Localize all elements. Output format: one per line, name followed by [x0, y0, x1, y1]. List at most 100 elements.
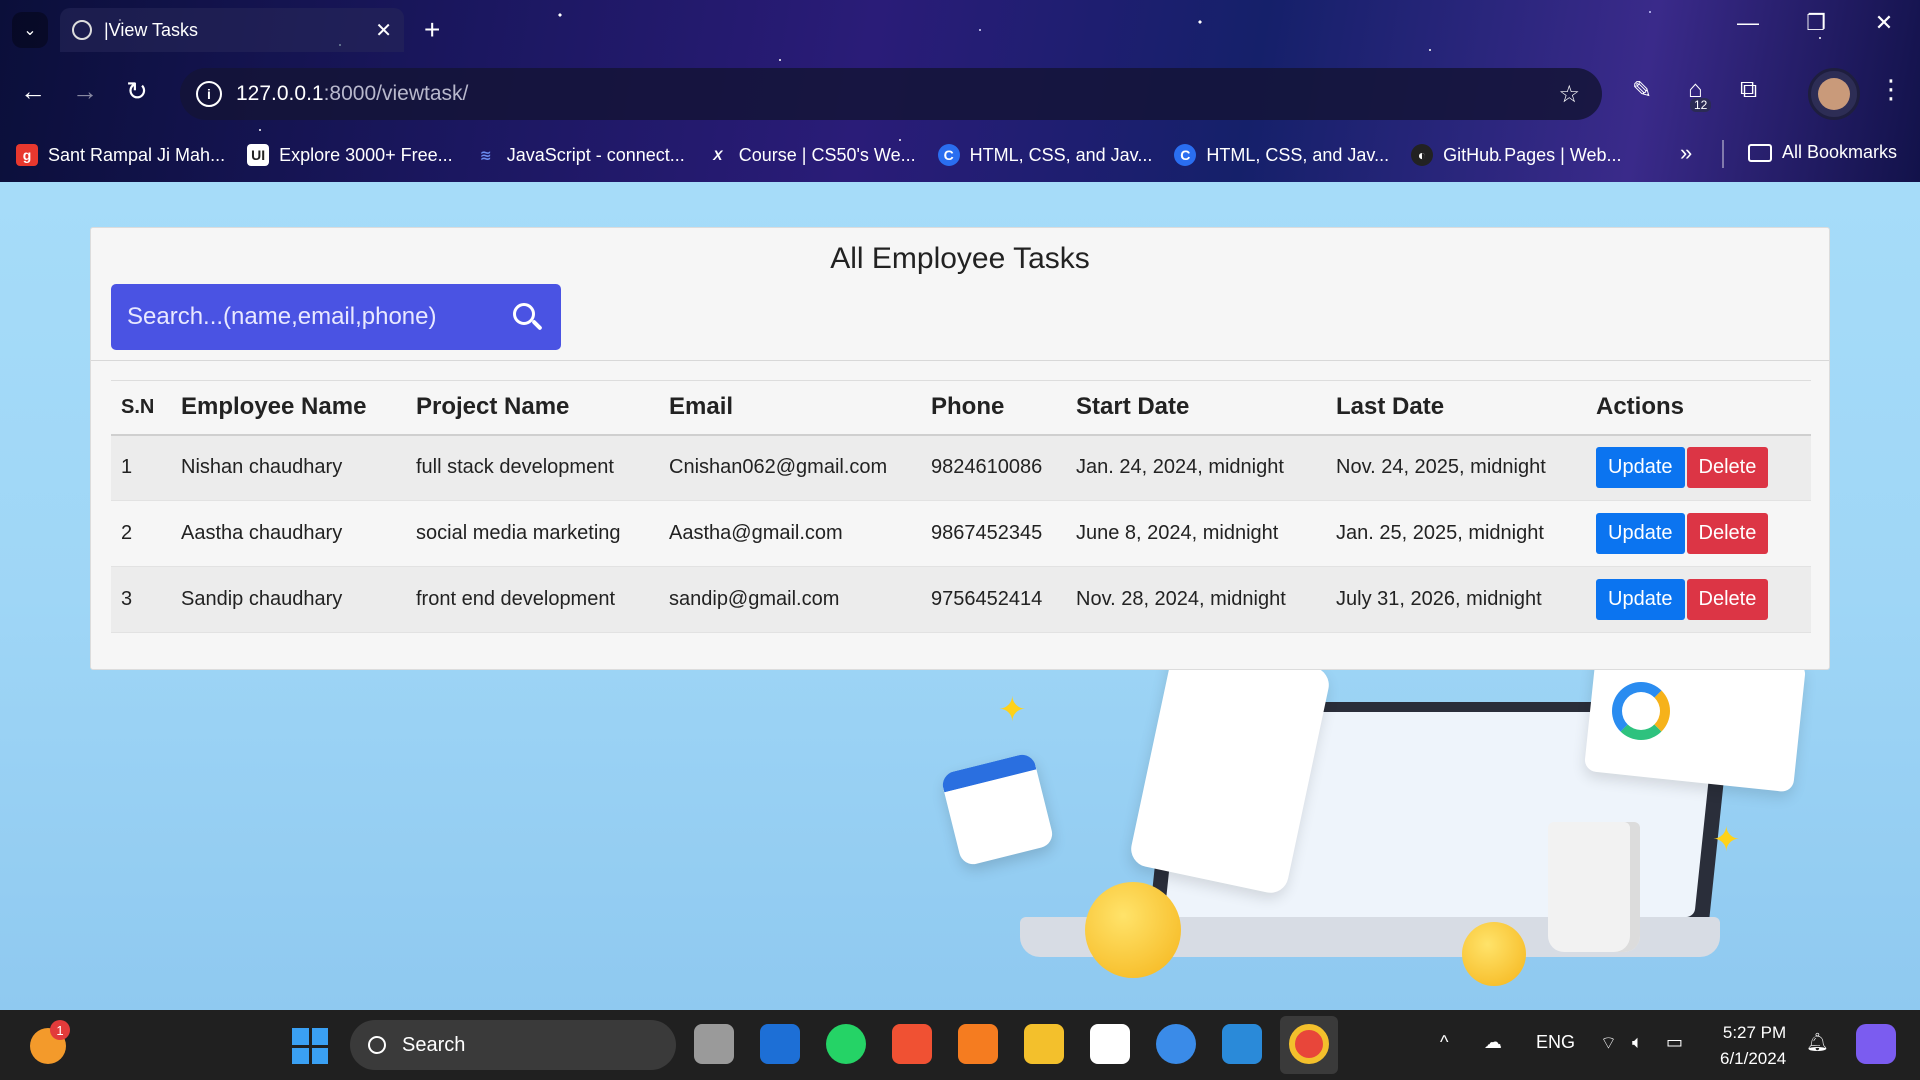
cell-employee: Aastha chaudhary: [171, 500, 406, 567]
cell-email: Cnishan062@gmail.com: [659, 434, 921, 501]
bookmark-favicon-icon: X: [713, 147, 723, 163]
delete-button[interactable]: Delete: [1686, 579, 1769, 620]
bookmark-item[interactable]: X Course | CS50's We...: [707, 144, 916, 166]
bookmark-label: JavaScript - connect...: [506, 144, 685, 165]
bookmark-item[interactable]: C HTML, CSS, and Jav...: [1174, 144, 1389, 166]
whatsapp-icon[interactable]: [826, 1024, 866, 1064]
search-input[interactable]: [127, 303, 509, 331]
start-button[interactable]: [292, 1028, 328, 1064]
cell-employee: Nishan chaudhary: [171, 434, 406, 501]
profile-avatar[interactable]: [1808, 68, 1860, 120]
globe-icon: [72, 20, 92, 40]
bookmark-star-icon[interactable]: ☆: [1558, 80, 1580, 109]
coffee-cup-illustration: [1548, 822, 1640, 952]
bookmark-favicon-icon: UI: [247, 144, 270, 166]
bookmark-item[interactable]: C HTML, CSS, and Jav...: [937, 144, 1152, 166]
cell-last-date: Jan. 25, 2025, midnight: [1326, 500, 1586, 567]
system-clock[interactable]: 5:27 PM 6/1/2024: [1720, 1020, 1786, 1072]
chrome-icon[interactable]: [1289, 1024, 1329, 1064]
task-view-icon[interactable]: [694, 1024, 734, 1064]
update-button[interactable]: Update: [1596, 579, 1685, 620]
onedrive-icon[interactable]: ☁: [1484, 1032, 1502, 1053]
search-icon[interactable]: [509, 299, 545, 335]
page-title: All Employee Tasks: [830, 242, 1090, 275]
site-info-icon[interactable]: i: [196, 81, 222, 107]
forward-button[interactable]: →: [72, 76, 98, 107]
delete-button[interactable]: Delete: [1686, 447, 1769, 489]
column-header-sn: S.N: [111, 380, 171, 436]
pen-extension-icon[interactable]: ✎: [1632, 76, 1652, 105]
all-bookmarks-button[interactable]: All Bookmarks: [1748, 142, 1897, 163]
mail-app-icon[interactable]: [760, 1024, 800, 1064]
bookmarks-bar: g Sant Rampal Ji Mah... UI Explore 3000+…: [0, 128, 1920, 182]
wifi-icon[interactable]: ⌔: [1600, 1032, 1617, 1055]
more-bookmarks-icon[interactable]: »: [1680, 140, 1692, 166]
xampp-icon[interactable]: [958, 1024, 998, 1064]
cell-actions: Update Delete: [1586, 500, 1811, 567]
cell-start-date: Jan. 24, 2024, midnight: [1066, 434, 1326, 501]
new-tab-button[interactable]: +: [424, 14, 440, 46]
bookmark-favicon-icon: g: [16, 144, 38, 166]
chrome-dev-icon[interactable]: [1156, 1024, 1196, 1064]
table-row: 3 Sandip chaudhary front end development…: [111, 566, 1811, 633]
folder-icon: [1748, 143, 1772, 162]
bookmark-label: HTML, CSS, and Jav...: [1206, 144, 1390, 165]
bookmark-label: Course | CS50's We...: [738, 144, 916, 165]
close-window-button[interactable]: ✕: [1864, 10, 1904, 36]
minimize-button[interactable]: —: [1728, 10, 1768, 36]
close-tab-icon[interactable]: ✕: [375, 18, 392, 43]
donut-chart-icon: [1612, 682, 1670, 740]
puzzle-extensions-icon[interactable]: ⧉: [1740, 76, 1757, 104]
update-button[interactable]: Update: [1596, 513, 1685, 554]
cell-project: front end development: [406, 566, 659, 633]
cell-email: Aastha@gmail.com: [659, 500, 921, 567]
heart-eyes-emoji-icon: [1085, 882, 1181, 978]
show-hidden-icons-icon[interactable]: ^: [1440, 1032, 1448, 1053]
sparkle-icon: ✦: [998, 691, 1027, 729]
cell-actions: Update Delete: [1586, 566, 1811, 633]
search-form: [111, 284, 561, 350]
chevron-down-icon: ⌄: [23, 22, 37, 39]
volume-icon[interactable]: 🔈︎: [1632, 1032, 1643, 1053]
bookmark-item[interactable]: g Sant Rampal Ji Mah...: [16, 144, 225, 166]
notifications-bell-icon[interactable]: 🔔︎: [1806, 1032, 1829, 1053]
bookmarks-divider: [1722, 140, 1724, 168]
clock-time: 5:27 PM: [1722, 1023, 1787, 1042]
cell-last-date: Nov. 24, 2025, midnight: [1326, 434, 1586, 501]
vscode-icon[interactable]: [1222, 1024, 1262, 1064]
bookmark-item[interactable]: UI Explore 3000+ Free...: [247, 144, 453, 166]
delete-button[interactable]: Delete: [1686, 513, 1769, 554]
column-header-project: Project Name: [406, 380, 659, 436]
notepad-icon[interactable]: [1090, 1024, 1130, 1064]
update-button[interactable]: Update: [1596, 447, 1685, 489]
bookmark-item[interactable]: ◐ GitHub Pages | Web...: [1411, 144, 1622, 166]
file-explorer-icon[interactable]: [1024, 1024, 1064, 1064]
browser-toolbar: ← → ↻ i 127.0.0.1 :8000/viewtask/ ☆ ✎ ⌂ …: [0, 60, 1920, 128]
bookmark-favicon-icon: ≋: [479, 146, 492, 163]
language-indicator[interactable]: ENG: [1536, 1032, 1575, 1053]
column-header-employee: Employee Name: [171, 380, 406, 436]
restore-button[interactable]: ❐: [1796, 10, 1836, 36]
copilot-icon[interactable]: [1856, 1024, 1896, 1064]
notification-badge: 1: [50, 1020, 70, 1040]
git-icon[interactable]: [892, 1024, 932, 1064]
taskbar-search[interactable]: Search: [350, 1020, 676, 1070]
bookmark-item[interactable]: ≋ JavaScript - connect...: [475, 144, 685, 166]
cell-sn: 1: [111, 434, 171, 501]
tasks-card: All Employee Tasks S.N Employee Name Pro…: [90, 227, 1830, 670]
cell-project: full stack development: [406, 434, 659, 501]
reload-button[interactable]: ↻: [126, 76, 148, 107]
back-button[interactable]: ←: [20, 76, 46, 107]
cell-last-date: July 31, 2026, midnight: [1326, 566, 1586, 633]
battery-icon[interactable]: ▭: [1666, 1032, 1683, 1053]
cell-phone: 9756452414: [921, 566, 1066, 633]
bookmark-label: Sant Rampal Ji Mah...: [48, 144, 226, 165]
sparkle-icon: ✦: [1712, 821, 1741, 859]
browser-menu-icon[interactable]: ⋮: [1878, 74, 1904, 105]
url-path: :8000/viewtask/: [323, 82, 469, 105]
address-bar[interactable]: i 127.0.0.1 :8000/viewtask/ ☆: [180, 68, 1602, 120]
search-icon: [368, 1036, 386, 1054]
column-header-phone: Phone: [921, 380, 1066, 436]
tab-view-tasks[interactable]: |View Tasks ✕: [60, 8, 404, 52]
tab-search-button[interactable]: ⌄: [12, 12, 48, 48]
